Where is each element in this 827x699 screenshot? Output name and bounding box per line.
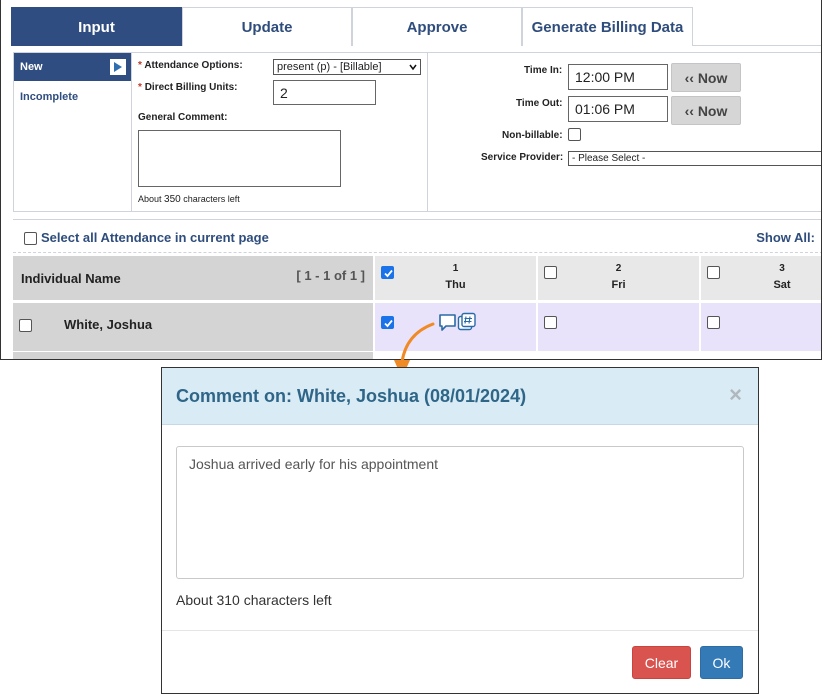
tab-approve[interactable]: Approve xyxy=(352,7,522,46)
clear-button[interactable]: Clear xyxy=(632,646,691,679)
direct-billing-units-label: * Direct Billing Units: xyxy=(138,82,238,93)
comment-chars-left: About 310 characters left xyxy=(176,592,332,608)
attendance-grid-header: Individual Name [ 1 - 1 of 1 ] 1 Thu 2 F… xyxy=(13,256,821,300)
modal-title: Comment on: White, Joshua (08/01/2024) xyxy=(176,386,527,406)
time-in-input[interactable]: 12:00 PM xyxy=(568,64,668,90)
non-billable-checkbox[interactable] xyxy=(568,128,581,141)
comment-modal: Comment on: White, Joshua (08/01/2024) ×… xyxy=(161,367,759,694)
attendance-checkbox[interactable] xyxy=(544,316,557,329)
general-comment-chars-left: About 350 characters left xyxy=(138,194,240,205)
tab-input[interactable]: Input xyxy=(11,7,182,46)
direct-billing-units-input[interactable]: 2 xyxy=(273,80,376,105)
time-entry-panel: Time In: 12:00 PM ‹‹ Now Time Out: 01:06… xyxy=(427,52,821,212)
individual-name-header: Individual Name xyxy=(21,271,121,286)
select-all-checkbox[interactable] xyxy=(24,232,37,245)
paging-indicator: [ 1 - 1 of 1 ] xyxy=(296,268,365,283)
modal-header: Comment on: White, Joshua (08/01/2024) × xyxy=(162,368,758,425)
show-all-label[interactable]: Show All: xyxy=(756,230,815,245)
play-arrow-icon xyxy=(110,59,126,75)
row-select-checkbox[interactable] xyxy=(19,319,32,332)
tab-update[interactable]: Update xyxy=(182,7,352,46)
ok-button[interactable]: Ok xyxy=(700,646,743,679)
time-out-input[interactable]: 01:06 PM xyxy=(568,96,668,122)
select-all-bar: Select all Attendance in current page Sh… xyxy=(13,219,821,253)
sidebar-item-new[interactable]: New xyxy=(14,53,131,81)
comment-textarea[interactable]: Joshua arrived early for his appointment xyxy=(176,446,744,579)
modal-footer-divider xyxy=(162,630,758,631)
service-provider-label: Service Provider: xyxy=(481,152,564,163)
individual-name: White, Joshua xyxy=(64,317,153,332)
time-in-now-button[interactable]: ‹‹ Now xyxy=(671,63,741,92)
sidebar-item-label: Incomplete xyxy=(20,91,79,103)
day-column-2: 2 Fri xyxy=(536,256,699,300)
general-comment-label: General Comment: xyxy=(138,112,228,123)
attendance-app: Input Update Approve Generate Billing Da… xyxy=(0,0,822,360)
day-of-week: Fri xyxy=(611,279,626,291)
day-number: 1 xyxy=(452,263,459,274)
service-provider-select[interactable]: - Please Select - xyxy=(568,151,821,166)
attendance-cell-day-3[interactable] xyxy=(699,303,821,351)
sidebar-item-incomplete[interactable]: Incomplete xyxy=(14,83,131,111)
table-row-spacer xyxy=(13,352,373,359)
attendance-cell-day-2[interactable] xyxy=(536,303,699,351)
day-column-1: 1 Thu xyxy=(373,256,536,300)
attendance-checkbox[interactable] xyxy=(707,316,720,329)
sidebar-item-label: New xyxy=(20,61,43,73)
tab-generate-billing-data[interactable]: Generate Billing Data xyxy=(522,7,693,46)
day-number: 2 xyxy=(615,263,622,274)
tab-bar: Input Update Approve Generate Billing Da… xyxy=(11,7,821,46)
attendance-options-label: * Attendance Options: xyxy=(138,60,243,71)
time-out-label: Time Out: xyxy=(516,98,563,109)
individual-name-cell: White, Joshua xyxy=(13,303,373,351)
attendance-options-select[interactable]: present (p) - [Billable] xyxy=(273,59,421,75)
time-out-now-button[interactable]: ‹‹ Now xyxy=(671,96,741,125)
day-of-week: Sat xyxy=(773,279,791,291)
day-column-3: 3 Sat xyxy=(699,256,821,300)
general-comment-textarea[interactable] xyxy=(138,130,341,187)
name-column-header: Individual Name [ 1 - 1 of 1 ] xyxy=(13,256,373,300)
attendance-form: * Attendance Options: present (p) - [Bil… xyxy=(132,52,427,212)
hash-note-icon[interactable] xyxy=(457,312,477,332)
time-in-label: Time In: xyxy=(524,65,563,76)
close-icon[interactable]: × xyxy=(729,382,742,408)
non-billable-label: Non-billable: xyxy=(502,130,563,141)
day-of-week: Thu xyxy=(445,279,466,291)
day-number: 3 xyxy=(779,263,785,274)
status-sidebar: New Incomplete xyxy=(13,52,132,212)
select-caret-icon xyxy=(409,64,417,71)
select-all-label[interactable]: Select all Attendance in current page xyxy=(41,230,269,245)
